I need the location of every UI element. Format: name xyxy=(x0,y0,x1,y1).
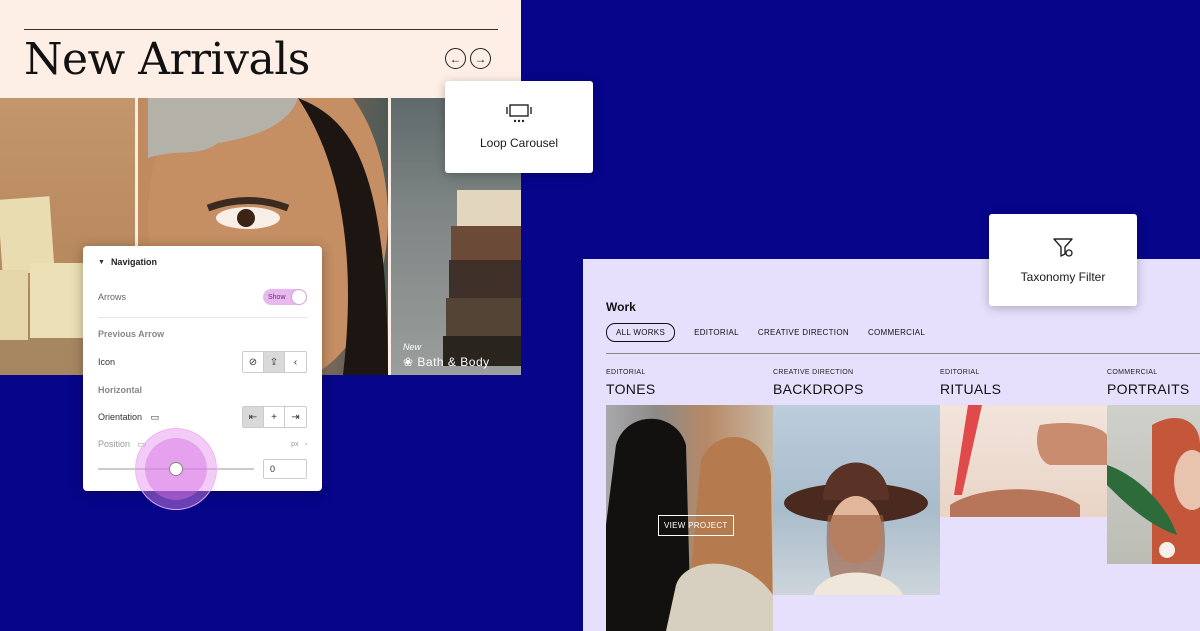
arrow-right-icon: → xyxy=(474,51,487,66)
arrows-label: Arrows xyxy=(98,292,127,302)
project-category: CREATIVE DIRECTION xyxy=(773,369,854,376)
project-backdrops[interactable]: CREATIVE DIRECTION BACKDROPS xyxy=(773,369,864,397)
project-category: EDITORIAL xyxy=(940,369,980,376)
taxonomy-filter-card[interactable]: Taxonomy Filter xyxy=(989,214,1137,306)
orientation-label: Orientation xyxy=(98,411,143,422)
project-category: COMMERCIAL xyxy=(1107,369,1158,376)
work-divider xyxy=(606,353,1200,354)
loop-carousel-card[interactable]: Loop Carousel xyxy=(445,81,593,173)
project-name: RITUALS xyxy=(940,381,1002,397)
work-title: Work xyxy=(606,300,636,314)
filter-editorial[interactable]: EDITORIAL xyxy=(694,328,739,337)
work-panel: Work ALL WORKS EDITORIAL CREATIVE DIRECT… xyxy=(583,259,1200,631)
arrow-left-icon: ← xyxy=(449,51,462,66)
project-name: PORTRAITS xyxy=(1107,381,1190,397)
taxonomy-filter-bar: ALL WORKS EDITORIAL CREATIVE DIRECTION C… xyxy=(606,323,944,342)
project-name: TONES xyxy=(606,381,656,397)
none-icon[interactable]: ⊘ xyxy=(243,352,264,372)
project-image-backdrops[interactable] xyxy=(773,405,940,595)
unit-label: px xyxy=(291,441,299,448)
page-title: New Arrivals xyxy=(24,34,310,85)
new-badge: New xyxy=(403,342,422,352)
position-slider-handle[interactable] xyxy=(169,462,183,476)
view-project-button[interactable]: VIEW PROJECT xyxy=(658,515,734,536)
filter-creative-direction[interactable]: CREATIVE DIRECTION xyxy=(758,328,849,337)
carousel-icon xyxy=(506,104,532,123)
icon-choice-group: ⊘ ⇪ ‹ xyxy=(242,351,307,373)
toggle-knob xyxy=(292,290,306,304)
redhead-portrait-image xyxy=(1107,417,1200,564)
navigation-section-title: Navigation xyxy=(110,257,157,267)
icon-label: Icon xyxy=(98,357,116,367)
previous-arrow-label: Previous Arrow xyxy=(98,329,165,339)
align-right-icon[interactable]: ⇥ xyxy=(285,407,306,427)
project-image-tones[interactable]: VIEW PROJECT xyxy=(606,405,773,631)
filter-all-works[interactable]: ALL WORKS xyxy=(606,323,676,342)
carousel-prev-button[interactable]: ← xyxy=(445,48,466,69)
horizontal-label: Horizontal xyxy=(98,385,142,395)
navigation-section-header[interactable]: ▼ Navigation xyxy=(98,257,307,267)
tile-caption: New ❀ Bath & Body xyxy=(403,342,490,369)
chevron-left-icon[interactable]: ‹ xyxy=(285,352,306,372)
desktop-icon: ▭ xyxy=(150,411,160,422)
project-portraits[interactable]: COMMERCIAL PORTRAITS xyxy=(1107,369,1190,397)
caret-down-icon: ▼ xyxy=(98,258,105,266)
tile-name: Bath & Body xyxy=(417,355,490,369)
project-rituals[interactable]: EDITORIAL RITUALS xyxy=(940,369,1001,397)
arrows-toggle[interactable]: Show xyxy=(263,289,307,305)
upload-icon[interactable]: ⇪ xyxy=(264,352,285,372)
title-rule xyxy=(24,29,498,30)
project-category: EDITORIAL xyxy=(606,369,646,376)
position-label: Position xyxy=(98,439,131,449)
toggle-text: Show xyxy=(268,293,286,301)
unit-dropdown-icon[interactable]: ▫ xyxy=(305,441,307,448)
divider xyxy=(98,317,307,318)
project-name: BACKDROPS xyxy=(773,381,864,397)
carousel-next-button[interactable]: → xyxy=(470,48,491,69)
project-image-rituals[interactable] xyxy=(940,405,1107,517)
filter-icon xyxy=(1053,238,1073,257)
hands-image xyxy=(950,405,1107,517)
orientation-choice-group: ⇤ + ⇥ xyxy=(242,406,307,428)
align-center-icon[interactable]: + xyxy=(264,407,285,427)
position-input[interactable]: 0 xyxy=(263,459,307,479)
lotus-icon: ❀ xyxy=(403,355,414,369)
hat-portrait-image xyxy=(784,462,928,595)
project-image-portraits[interactable] xyxy=(1107,405,1200,564)
project-tones[interactable]: EDITORIAL TONES xyxy=(606,369,655,397)
filter-commercial[interactable]: COMMERCIAL xyxy=(868,328,925,337)
loop-carousel-label: Loop Carousel xyxy=(479,136,559,150)
align-left-icon[interactable]: ⇤ xyxy=(243,407,264,427)
taxonomy-filter-label: Taxonomy Filter xyxy=(1020,270,1106,284)
